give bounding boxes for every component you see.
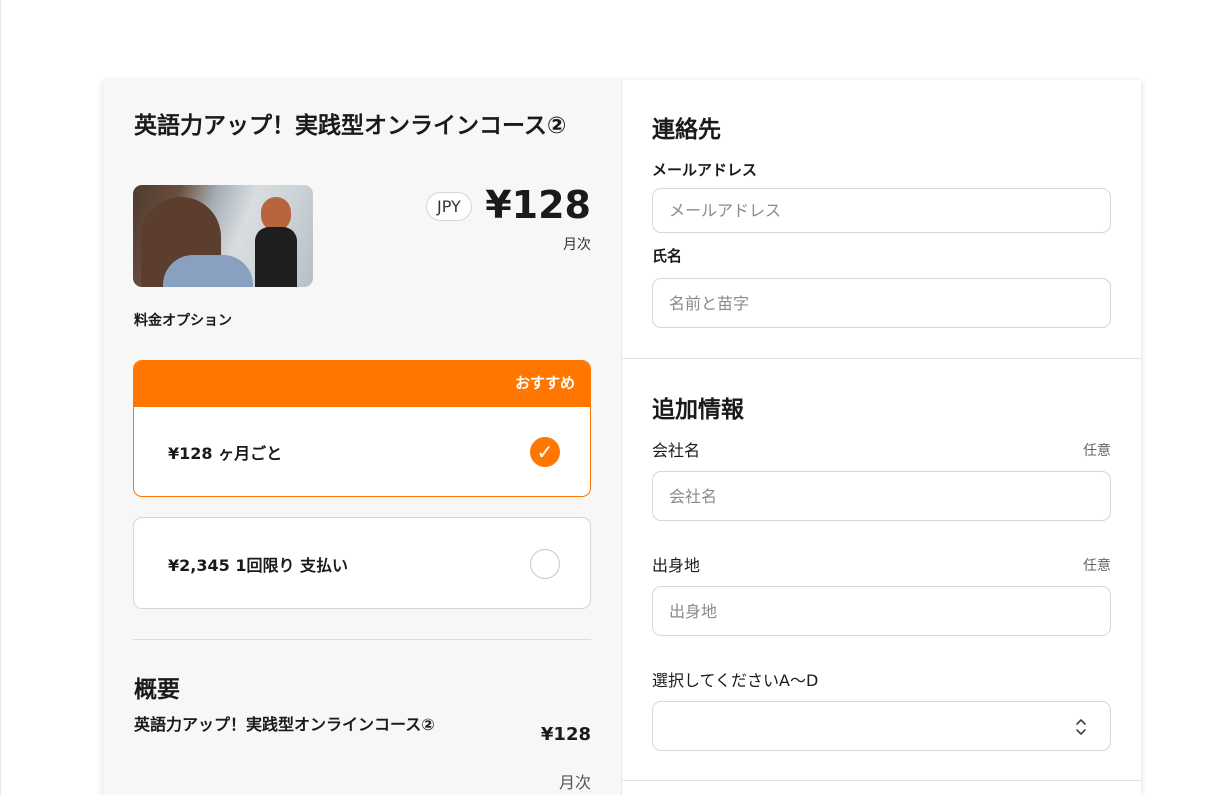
product-price: ¥128 — [485, 183, 591, 227]
optional-tag: 任意 — [1083, 443, 1111, 459]
product-price-period: 月次 — [563, 237, 591, 253]
product-panel: 英語力アップ！実践型オンラインコース② JPY ¥128 月次 料金オプション … — [103, 80, 622, 795]
email-label: メールアドレス — [652, 161, 758, 179]
company-label: 会社名 — [652, 441, 701, 460]
section-divider — [622, 780, 1141, 781]
image-teacher-body — [255, 227, 297, 287]
hometown-input[interactable] — [652, 586, 1111, 636]
form-panel: 連絡先 メールアドレス 氏名 追加情報 会社名 任意 出身地 任意 選択してくだ… — [622, 80, 1141, 795]
divider — [133, 639, 591, 640]
name-label: 氏名 — [652, 247, 683, 265]
summary-item-price: ¥128 — [540, 724, 591, 745]
pricing-option-label: ¥2,345 1回限り 支払い — [168, 556, 349, 575]
checkout-card: 英語力アップ！実践型オンラインコース② JPY ¥128 月次 料金オプション … — [103, 80, 1141, 795]
name-input[interactable] — [652, 278, 1111, 328]
image-person-shoulder — [163, 255, 253, 287]
summary-title: 概要 — [134, 677, 180, 703]
image-teacher-head — [261, 197, 291, 231]
pricing-options-label: 料金オプション — [134, 313, 232, 329]
select-label: 選択してくださいA〜D — [652, 671, 819, 690]
email-input[interactable] — [652, 188, 1111, 233]
recommended-badge: おすすめ — [134, 361, 590, 407]
summary-item-name: 英語力アップ！実践型オンラインコース② — [134, 715, 435, 734]
pricing-option-label: ¥128 ヶ月ごと — [168, 444, 283, 463]
checkout-page: 英語力アップ！実践型オンラインコース② JPY ¥128 月次 料金オプション … — [0, 0, 1211, 795]
hometown-label: 出身地 — [652, 556, 701, 575]
product-image — [133, 185, 313, 287]
chevron-up-down-icon — [1076, 719, 1086, 735]
company-input[interactable] — [652, 471, 1111, 521]
pricing-option-onetime[interactable]: ¥2,345 1回限り 支払い — [133, 517, 591, 609]
choice-select[interactable] — [652, 701, 1111, 751]
optional-tag: 任意 — [1083, 558, 1111, 574]
radio-unchecked-icon[interactable] — [530, 549, 560, 579]
contact-section-title: 連絡先 — [652, 117, 721, 143]
additional-section-title: 追加情報 — [652, 397, 744, 423]
checkmark-icon[interactable]: ✓ — [530, 437, 560, 467]
product-title: 英語力アップ！実践型オンラインコース② — [134, 113, 567, 139]
currency-badge: JPY — [426, 192, 472, 221]
section-divider — [622, 358, 1141, 359]
summary-item-period: 月次 — [558, 773, 591, 792]
pricing-option-monthly[interactable]: おすすめ ¥128 ヶ月ごと ✓ — [133, 360, 591, 497]
